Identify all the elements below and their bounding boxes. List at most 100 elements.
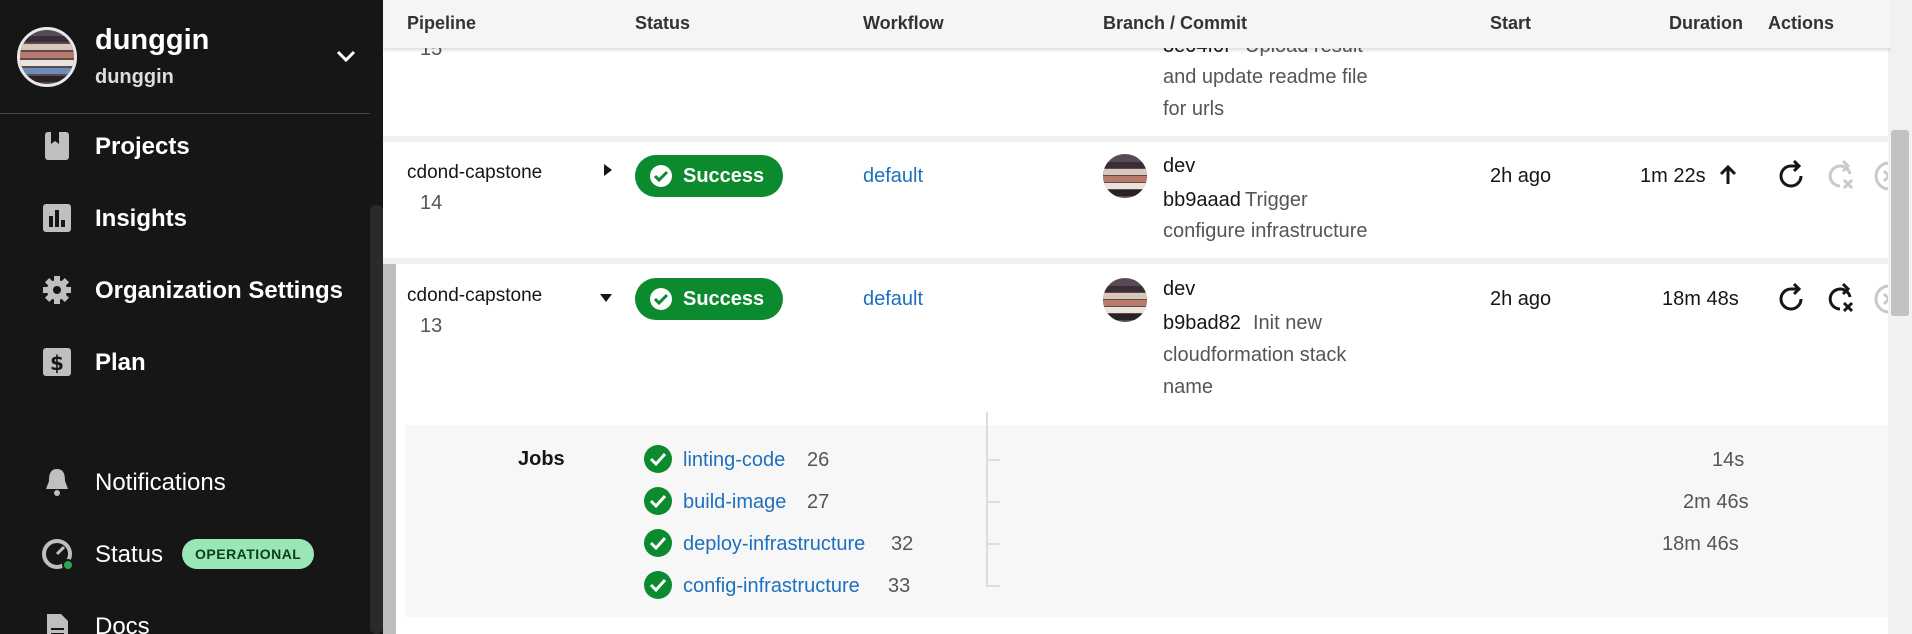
sidebar-item-label: Status: [95, 541, 164, 568]
sidebar-item-insights[interactable]: Insights: [0, 190, 370, 246]
jobs-tree-branch: [986, 543, 1000, 545]
start-time: 2h ago: [1490, 288, 1552, 310]
duration: 18m 48s: [1662, 288, 1739, 310]
row-expanded-indicator: [383, 262, 396, 634]
jobs-label: Jobs: [518, 448, 565, 470]
pipeline-number: 14: [420, 192, 443, 214]
rerun-failed-icon[interactable]: [1824, 283, 1856, 315]
check-circle-icon: [650, 288, 672, 310]
job-link[interactable]: config-infrastructure: [683, 575, 860, 598]
job-number: 27: [807, 491, 830, 513]
pipeline-number: 13: [420, 315, 443, 337]
jobs-tree-branch: [986, 459, 1000, 461]
arrow-up-icon: [1719, 164, 1737, 184]
col-header-workflow: Workflow: [863, 13, 944, 33]
sidebar-item-plan[interactable]: $ Plan: [0, 334, 370, 390]
status-badge[interactable]: Success: [635, 155, 784, 197]
check-circle-icon: [644, 571, 672, 599]
bell-icon: [46, 469, 68, 496]
sidebar-item-label: Projects: [95, 133, 190, 160]
sidebar-item-label: Organization Settings: [95, 277, 344, 304]
rerun-icon[interactable]: [1775, 160, 1807, 192]
workflow-link[interactable]: default: [863, 165, 923, 188]
job-number: 32: [891, 533, 914, 555]
pipeline-name[interactable]: cdond-capstone: [407, 285, 542, 307]
commit-message: configure infrastructure: [1163, 220, 1368, 242]
job-duration: 18m 46s: [1662, 533, 1739, 555]
sidebar-scrollbar[interactable]: [370, 205, 383, 634]
caret-right-icon[interactable]: [598, 160, 618, 180]
document-icon: [47, 614, 68, 634]
page-scrollbar-thumb[interactable]: [1891, 130, 1909, 316]
user-avatar: [1103, 278, 1147, 322]
job-link[interactable]: deploy-infrastructure: [683, 533, 865, 556]
jobs-tree-branch: [986, 585, 1000, 587]
branch-name[interactable]: dev: [1163, 278, 1195, 301]
rerun-icon[interactable]: [1775, 283, 1807, 315]
check-circle-icon: [644, 487, 672, 515]
sidebar-item-docs[interactable]: Docs: [0, 598, 370, 634]
commit-message: Trigger: [1245, 189, 1308, 211]
sidebar-item-label: Insights: [95, 205, 188, 232]
col-header-start: Start: [1490, 13, 1532, 33]
check-circle-icon: [650, 165, 672, 187]
branch-name[interactable]: dev: [1163, 155, 1195, 178]
status-badge[interactable]: Success: [635, 278, 784, 320]
user-avatar: [1103, 154, 1147, 198]
chevron-down-icon[interactable]: [335, 46, 357, 66]
table-header: Pipeline Status Workflow Branch / Commit…: [383, 0, 1891, 48]
row-divider: [383, 258, 1891, 264]
gauge-icon: [42, 539, 74, 570]
start-time: 2h ago: [1490, 165, 1552, 187]
row-divider: [383, 136, 1891, 142]
status-label: Success: [683, 288, 765, 310]
sidebar-item-label: Docs: [95, 613, 150, 634]
pipeline-name[interactable]: cdond-capstone: [407, 162, 542, 184]
job-duration: 14s: [1712, 449, 1745, 471]
col-header-branch-commit: Branch / Commit: [1103, 13, 1248, 33]
org-switcher[interactable]: dunggin dunggin: [0, 0, 370, 114]
duration: 1m 22s: [1640, 165, 1706, 187]
caret-down-icon[interactable]: [596, 288, 616, 308]
commit-hash[interactable]: b9bad82: [1163, 312, 1241, 335]
check-circle-icon: [644, 445, 672, 473]
commit-message: name: [1163, 376, 1214, 398]
rerun-failed-icon[interactable]: [1824, 160, 1856, 192]
commit-message: cloudformation stack: [1163, 344, 1347, 366]
commit-message: and update readme file: [1163, 66, 1368, 88]
bookmark-icon: [45, 132, 69, 160]
org-avatar: [17, 27, 77, 87]
page-scrollbar[interactable]: [1888, 0, 1912, 634]
dollar-icon: $: [43, 348, 71, 376]
sidebar-item-label: Notifications: [95, 469, 226, 496]
gear-icon: [43, 276, 71, 304]
org-username: dunggin: [95, 66, 174, 88]
job-duration: 2m 46s: [1683, 491, 1749, 513]
col-header-duration: Duration: [1669, 13, 1743, 33]
commit-message: Init new: [1253, 312, 1322, 334]
col-header-status: Status: [635, 13, 691, 33]
org-name: dunggin: [95, 24, 210, 56]
sidebar-item-projects[interactable]: Projects: [0, 118, 370, 174]
pipelines-table: Pipeline Status Workflow Branch / Commit…: [383, 0, 1891, 634]
commit-message: for urls: [1163, 98, 1225, 120]
workflow-link[interactable]: default: [863, 288, 923, 311]
status-label: Success: [683, 165, 765, 187]
jobs-tree-line: [986, 412, 988, 585]
job-number: 33: [888, 575, 911, 597]
sidebar-item-notifications[interactable]: Notifications: [0, 454, 370, 510]
svg-text:$: $: [50, 351, 64, 375]
commit-hash[interactable]: bb9aaad: [1163, 189, 1241, 212]
sidebar-item-label: Plan: [95, 349, 146, 376]
status-badge: OPERATIONAL: [182, 539, 315, 569]
col-header-actions: Actions: [1768, 13, 1835, 33]
bar-chart-icon: [43, 204, 71, 232]
sidebar: dunggin dunggin Projects Insights Organi…: [0, 0, 383, 634]
job-number: 26: [807, 449, 830, 471]
col-header-pipeline: Pipeline: [407, 13, 477, 33]
check-circle-icon: [644, 529, 672, 557]
jobs-tree-branch: [986, 501, 1000, 503]
job-link[interactable]: linting-code: [683, 449, 785, 472]
job-link[interactable]: build-image: [683, 491, 786, 514]
sidebar-item-org-settings[interactable]: Organization Settings: [0, 262, 370, 318]
